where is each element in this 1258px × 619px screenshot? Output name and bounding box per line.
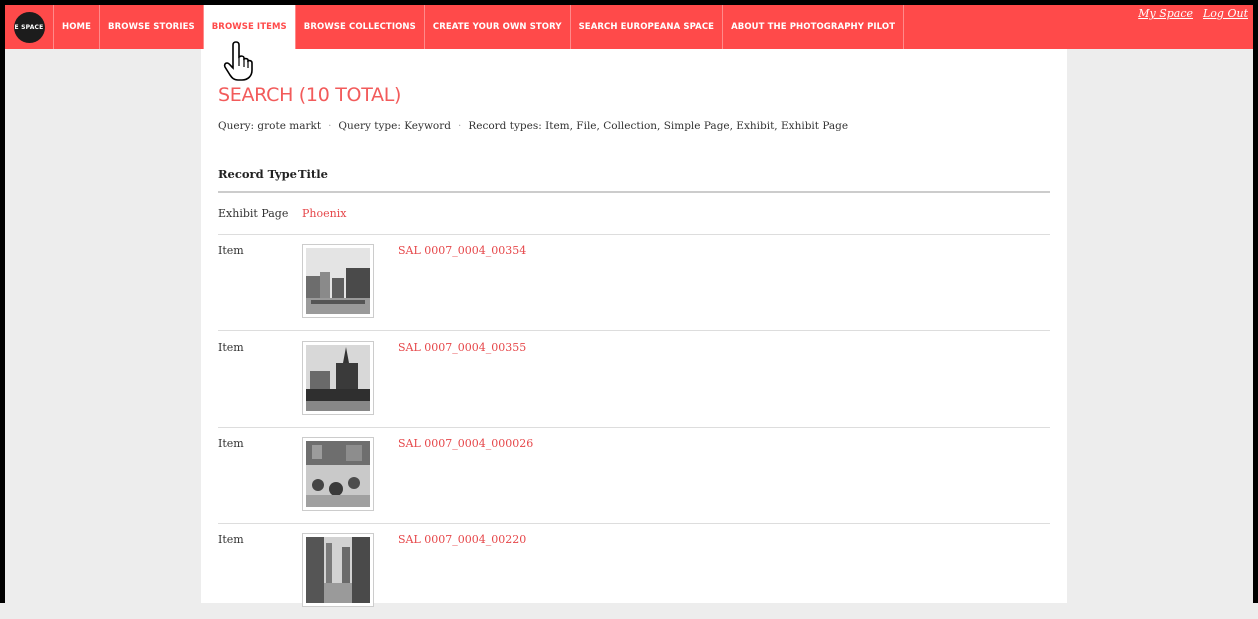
nav-browse-collections[interactable]: BROWSE COLLECTIONS [296, 5, 425, 49]
espace-logo-icon: E SPACE [13, 11, 45, 43]
item-thumbnail[interactable] [302, 533, 374, 607]
nav-search-europeana[interactable]: SEARCH EUROPEANA SPACE [571, 5, 724, 49]
table-row: Item SAL 0007_0004_00354 [218, 244, 1050, 331]
record-type: Exhibit Page [218, 207, 289, 220]
nav-create-story[interactable]: CREATE YOUR OWN STORY [425, 5, 571, 49]
query-type: Query type: Keyword [338, 120, 451, 132]
nav-home[interactable]: HOME [54, 5, 101, 49]
top-navbar: E SPACE HOME BROWSE STORIES BROWSE ITEMS… [5, 5, 1253, 49]
query-text: Query: grote markt [218, 120, 322, 132]
column-header-record-type: Record Type [218, 167, 297, 181]
result-title-link[interactable]: Phoenix [302, 207, 346, 220]
street-facades-photo-icon [306, 537, 370, 603]
table-row: Exhibit Page Phoenix [218, 207, 1050, 235]
record-type: Item [218, 437, 244, 450]
table-row: Item SAL 0007_0004_000026 [218, 437, 1050, 524]
table-row: Item SAL 0007_0004_00220 [218, 533, 1050, 619]
main-content: SEARCH (10 TOTAL) Query: grote markt · Que… [201, 49, 1067, 607]
item-thumbnail[interactable] [302, 437, 374, 511]
site-logo[interactable]: E SPACE [5, 5, 54, 49]
item-thumbnail[interactable] [302, 341, 374, 415]
table-row: Item SAL 0007_0004_00355 [218, 341, 1050, 428]
result-title-link[interactable]: SAL 0007_0004_000026 [398, 437, 533, 450]
log-out-link[interactable]: Log Out [1203, 7, 1248, 20]
my-space-link[interactable]: My Space [1138, 7, 1193, 20]
record-type: Item [218, 244, 244, 257]
nav-browse-stories[interactable]: BROWSE STORIES [100, 5, 204, 49]
church-tower-photo-icon [306, 345, 370, 411]
record-type: Item [218, 533, 244, 546]
square-buildings-photo-icon [306, 248, 370, 314]
result-title-link[interactable]: SAL 0007_0004_00220 [398, 533, 526, 546]
separator: · [328, 120, 332, 132]
column-header-title: Title [298, 167, 328, 181]
results-table-header: Record Type Title [218, 167, 1050, 193]
nav-about-pilot[interactable]: ABOUT THE PHOTOGRAPHY PILOT [723, 5, 905, 49]
result-title-link[interactable]: SAL 0007_0004_00354 [398, 244, 526, 257]
cyclists-street-photo-icon [306, 441, 370, 507]
separator: · [458, 120, 462, 132]
result-title-link[interactable]: SAL 0007_0004_00355 [398, 341, 526, 354]
hand-pointer-icon [223, 41, 253, 81]
record-types: Record types: Item, File, Collection, Si… [468, 120, 849, 132]
page-title: SEARCH (10 TOTAL) [218, 84, 402, 106]
query-summary: Query: grote markt · Query type: Keyword · R… [218, 120, 848, 132]
record-type: Item [218, 341, 244, 354]
item-thumbnail[interactable] [302, 244, 374, 318]
user-links: My Space Log Out [1138, 7, 1248, 20]
